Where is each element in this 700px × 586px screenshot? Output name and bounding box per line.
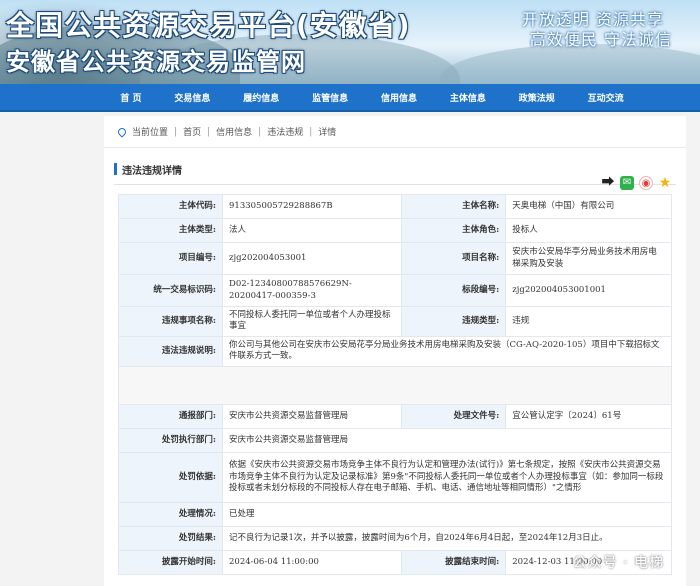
slogan-line-2: 高效便民 守法诚信 bbox=[529, 30, 672, 49]
table-row bbox=[118, 365, 672, 405]
role-label: 主体角色: bbox=[401, 218, 507, 243]
project-name-label: 项目名称: bbox=[401, 242, 507, 275]
share-icon[interactable]: ⮕ bbox=[601, 176, 615, 190]
table-row: 处罚执行部门: 安庆市公共资源交易监督管理局 bbox=[118, 427, 672, 453]
start-time-value: 2024-06-04 11:00:00 bbox=[221, 549, 403, 575]
status-label: 处理情况: bbox=[118, 501, 223, 527]
section-no-label: 标段编号: bbox=[401, 274, 507, 307]
site-title: 全国公共资源交易平台(安徽省) bbox=[6, 9, 411, 42]
breadcrumb: 当前位置 | 首页 | 信用信息 | 违法违规 | 详情 bbox=[104, 116, 686, 148]
basis-label: 处罚依据: bbox=[118, 451, 223, 503]
code-value: 913305005729288867B bbox=[221, 194, 403, 219]
table-row: 处罚依据: 依据《安庆市公共资源交易市场竞争主体不良行为认定和管理办法(试行)》… bbox=[118, 451, 672, 503]
violation-item-label: 违规事项名称: bbox=[118, 306, 223, 337]
table-row: 违规事项名称: 不同投标人委托同一单位或者个人办理投标事宜 违规类型: 违规 bbox=[118, 306, 672, 337]
violation-type-value: 违规 bbox=[505, 306, 672, 337]
nav-performance-info[interactable]: 履约信息 bbox=[243, 91, 279, 104]
header-banner: 全国公共资源交易平台(安徽省) 安徽省公共资源交易监管网 开放透明 资源共享 高… bbox=[0, 0, 700, 84]
share-bar: ⮕ ✉ ◉ ★ bbox=[601, 176, 672, 190]
table-row: 处理情况: 已处理 bbox=[118, 501, 672, 527]
breadcrumb-home[interactable]: 首页 bbox=[183, 125, 201, 138]
breadcrumb-separator: | bbox=[207, 126, 211, 137]
result-label: 处罚结果: bbox=[118, 525, 223, 551]
status-value: 已处理 bbox=[222, 501, 672, 527]
exec-dept-label: 处罚执行部门: bbox=[118, 427, 223, 453]
exec-dept-value: 安庆市公共资源交易监督管理局 bbox=[222, 427, 672, 453]
name-value: 天奥电梯（中国）有限公司 bbox=[505, 194, 672, 219]
content-panel: 当前位置 | 首页 | 信用信息 | 违法违规 | 详情 违法违规 详情 ⮕ ✉ … bbox=[104, 116, 686, 586]
wechat-icon[interactable]: ✉ bbox=[620, 176, 634, 190]
breadcrumb-separator: | bbox=[309, 126, 313, 137]
section-no-value: zjg202004053001001 bbox=[505, 274, 672, 307]
table-row: 统一交易标识码: D02-12340800788576629N-20200417… bbox=[118, 274, 672, 307]
nav-interaction[interactable]: 互动交流 bbox=[588, 91, 624, 104]
type-label: 主体类型: bbox=[118, 218, 223, 243]
nav-entity-info[interactable]: 主体信息 bbox=[450, 91, 486, 104]
star-icon[interactable]: ★ bbox=[658, 176, 672, 190]
nav-trade-info[interactable]: 交易信息 bbox=[174, 91, 210, 104]
notify-dept-label: 通报部门: bbox=[118, 403, 223, 429]
watermark: 公众号 · 电梯 bbox=[572, 555, 664, 571]
end-time-label: 披露结束时间: bbox=[401, 549, 507, 575]
blank-row bbox=[118, 365, 672, 405]
nav-supervision-info[interactable]: 监管信息 bbox=[312, 91, 348, 104]
project-no-label: 项目编号: bbox=[118, 242, 223, 275]
nav-credit-info[interactable]: 信用信息 bbox=[381, 91, 417, 104]
section-divider bbox=[114, 184, 676, 185]
doc-no-label: 处理文件号: bbox=[401, 403, 507, 429]
trade-code-label: 统一交易标识码: bbox=[118, 274, 223, 307]
table-row: 主体类型: 法人 主体角色: 投标人 bbox=[118, 218, 672, 243]
breadcrumb-separator: | bbox=[258, 126, 262, 137]
project-name-value: 安庆市公安局华亭分局业务技术用房电梯采购及安装 bbox=[505, 242, 672, 275]
breadcrumb-separator: | bbox=[174, 126, 178, 137]
notify-dept-value: 安庆市公共资源交易监督管理局 bbox=[221, 403, 403, 429]
nav-policy[interactable]: 政策法规 bbox=[519, 91, 555, 104]
table-row: 项目编号: zjg202004053001 项目名称: 安庆市公安局华亭分局业务… bbox=[118, 242, 672, 275]
description-label: 违法违规说明: bbox=[118, 335, 223, 367]
type-value: 法人 bbox=[221, 218, 403, 243]
table-row: 主体代码: 913305005729288867B 主体名称: 天奥电梯（中国）… bbox=[118, 194, 672, 219]
table-row: 通报部门: 安庆市公共资源交易监督管理局 处理文件号: 宜公管认定字〔2024〕… bbox=[118, 403, 672, 429]
name-label: 主体名称: bbox=[401, 194, 507, 219]
trade-code-value: D02-12340800788576629N-20200417-000359-3 bbox=[221, 274, 403, 307]
main-nav: 首 页 交易信息 履约信息 监管信息 信用信息 主体信息 政策法规 互动交流 bbox=[0, 84, 700, 112]
basis-value: 依据《安庆市公共资源交易市场竞争主体不良行为认定和管理办法(试行)》第七条规定，… bbox=[222, 451, 672, 503]
description-value: 你公司与其他公司在安庆市公安局花亭分局业务技术用房电梯采购及安装（CG-AQ-2… bbox=[222, 335, 672, 367]
breadcrumb-label: 当前位置 bbox=[132, 128, 169, 138]
breadcrumb-detail: 详情 bbox=[318, 128, 337, 138]
start-time-label: 披露开始时间: bbox=[118, 549, 223, 575]
violation-item-value: 不同投标人委托同一单位或者个人办理投标事宜 bbox=[221, 306, 403, 337]
site-subtitle: 安徽省公共资源交易监管网 bbox=[6, 48, 306, 76]
doc-no-value: 宜公管认定字〔2024〕61号 bbox=[505, 403, 672, 429]
detail-table: 主体代码: 913305005729288867B 主体名称: 天奥电梯（中国）… bbox=[118, 194, 672, 575]
breadcrumb-violation[interactable]: 违法违规 bbox=[267, 125, 303, 138]
code-label: 主体代码: bbox=[118, 194, 223, 219]
table-row: 违法违规说明: 你公司与其他公司在安庆市公安局花亭分局业务技术用房电梯采购及安装… bbox=[118, 335, 672, 367]
result-value: 记不良行为记录1次，并予以披露，披露时间为6个月，自2024年6月4日起，至20… bbox=[222, 525, 672, 551]
project-no-value: zjg202004053001 bbox=[221, 242, 403, 275]
nav-home[interactable]: 首 页 bbox=[120, 91, 141, 104]
role-value: 投标人 bbox=[505, 218, 672, 243]
weibo-icon[interactable]: ◉ bbox=[639, 176, 653, 190]
breadcrumb-credit[interactable]: 信用信息 bbox=[216, 125, 252, 138]
mountain-decoration bbox=[440, 44, 700, 84]
table-row: 处罚结果: 记不良行为记录1次，并予以披露，披露时间为6个月，自2024年6月4… bbox=[118, 525, 672, 551]
location-pin-icon bbox=[116, 125, 128, 138]
violation-type-label: 违规类型: bbox=[401, 306, 507, 337]
